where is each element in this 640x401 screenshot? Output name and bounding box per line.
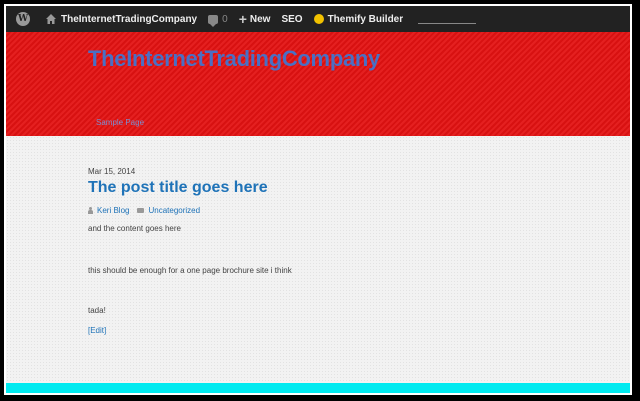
author-icon (88, 207, 93, 214)
wordpress-menu[interactable]: W (16, 12, 34, 26)
admin-search-input[interactable] (418, 22, 477, 24)
nav-item-sample-page[interactable]: Sample Page (96, 118, 144, 127)
site-name-label: TheInternetTradingCompany (61, 13, 198, 25)
category-link[interactable]: Uncategorized (148, 206, 200, 215)
new-label: New (249, 13, 271, 25)
plus-icon: + (238, 11, 247, 27)
wordpress-logo-icon: W (16, 12, 30, 26)
comment-bubble-icon (208, 14, 219, 27)
site-name-menu[interactable]: TheInternetTradingCompany (45, 13, 197, 25)
post-paragraph: this should be enough for a one page bro… (88, 266, 292, 275)
themify-icon (313, 14, 324, 24)
comments-menu[interactable]: 0 (208, 13, 228, 27)
post-paragraph: tada! (88, 306, 106, 315)
category-folder-icon (137, 208, 145, 213)
seo-label: SEO (281, 13, 303, 25)
post-title[interactable]: The post title goes here (88, 179, 268, 197)
post-date: Mar 15, 2014 (88, 167, 136, 176)
site-header: TheInternetTradingCompany Sample Page (6, 32, 630, 136)
browser-frame: W TheInternetTradingCompany 0 + New SEO … (4, 4, 632, 395)
seo-menu[interactable]: SEO (281, 14, 302, 25)
themify-builder-menu[interactable]: Themify Builder (313, 13, 404, 25)
site-title[interactable]: TheInternetTradingCompany (88, 46, 380, 72)
author-link[interactable]: Keri Blog (97, 206, 129, 215)
new-content-menu[interactable]: + New (238, 11, 271, 27)
post-paragraph: and the content goes here (88, 224, 181, 233)
post-meta: Keri Blog Uncategorized (88, 206, 200, 215)
admin-bar: W TheInternetTradingCompany 0 + New SEO … (6, 6, 630, 32)
home-icon (46, 14, 56, 24)
themify-builder-label: Themify Builder (327, 13, 404, 25)
comments-count: 0 (222, 13, 228, 25)
main-content: Mar 15, 2014 The post title goes here Ke… (6, 136, 630, 383)
edit-post-link[interactable]: [Edit] (88, 326, 106, 335)
footer-bar (6, 383, 630, 393)
